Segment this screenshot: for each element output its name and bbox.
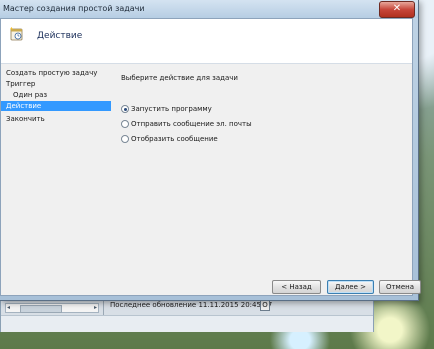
last-update-status: Последнее обновление 11.11.2015 20:45:47	[110, 301, 273, 309]
wizard-steps: Создать простую задачу Триггер Один раз …	[1, 64, 111, 295]
step-label: Триггер	[6, 80, 36, 88]
task-scheduler-icon	[10, 27, 23, 41]
horizontal-scrollbar[interactable]: ◂ ▸	[5, 303, 99, 313]
action-panel: Выберите действие для задачи Запустить п…	[121, 64, 406, 295]
scrollbar-thumb[interactable]	[20, 305, 62, 313]
cancel-button[interactable]: Отмена	[379, 280, 421, 294]
step-finish[interactable]: Закончить	[1, 114, 111, 124]
page-title: Действие	[37, 31, 83, 41]
close-button[interactable]: ✕	[379, 1, 415, 18]
step-trigger[interactable]: Триггер	[1, 79, 111, 89]
option-label: Отправить сообщение эл. почты	[131, 120, 252, 128]
wizard-window: Мастер создания простой задачи ✕ Действи…	[0, 0, 421, 301]
step-one-time[interactable]: Один раз	[1, 90, 111, 100]
option-label: Запустить программу	[131, 105, 212, 113]
step-create-basic-task[interactable]: Создать простую задачу	[1, 68, 111, 78]
next-button[interactable]: Далее >	[327, 280, 374, 294]
wizard-header: Действие	[1, 19, 412, 64]
action-prompt: Выберите действие для задачи	[121, 74, 238, 82]
step-label: Закончить	[6, 115, 45, 123]
option-label: Отобразить сообщение	[131, 135, 218, 143]
step-label: Создать простую задачу	[6, 69, 98, 77]
radio-button[interactable]	[121, 120, 129, 128]
title-bar[interactable]: Мастер создания простой задачи ✕	[0, 0, 418, 18]
scroll-left-icon[interactable]: ◂	[7, 304, 10, 312]
background-window-footer	[1, 315, 373, 332]
radio-button[interactable]	[121, 105, 129, 113]
step-label: Действие	[6, 102, 42, 110]
window-title: Мастер создания простой задачи	[3, 4, 145, 13]
background-window: ◂ ▸ Последнее обновление 11.11.2015 20:4…	[0, 296, 374, 332]
radio-button[interactable]	[121, 135, 129, 143]
step-label: Один раз	[13, 91, 48, 99]
back-button[interactable]: < Назад	[272, 280, 321, 294]
scroll-right-icon[interactable]: ▸	[94, 304, 97, 312]
wizard-client-area: Действие Создать простую задачу Триггер …	[0, 18, 421, 296]
step-action[interactable]: Действие	[1, 101, 111, 111]
wizard-body: Создать простую задачу Триггер Один раз …	[1, 64, 421, 295]
